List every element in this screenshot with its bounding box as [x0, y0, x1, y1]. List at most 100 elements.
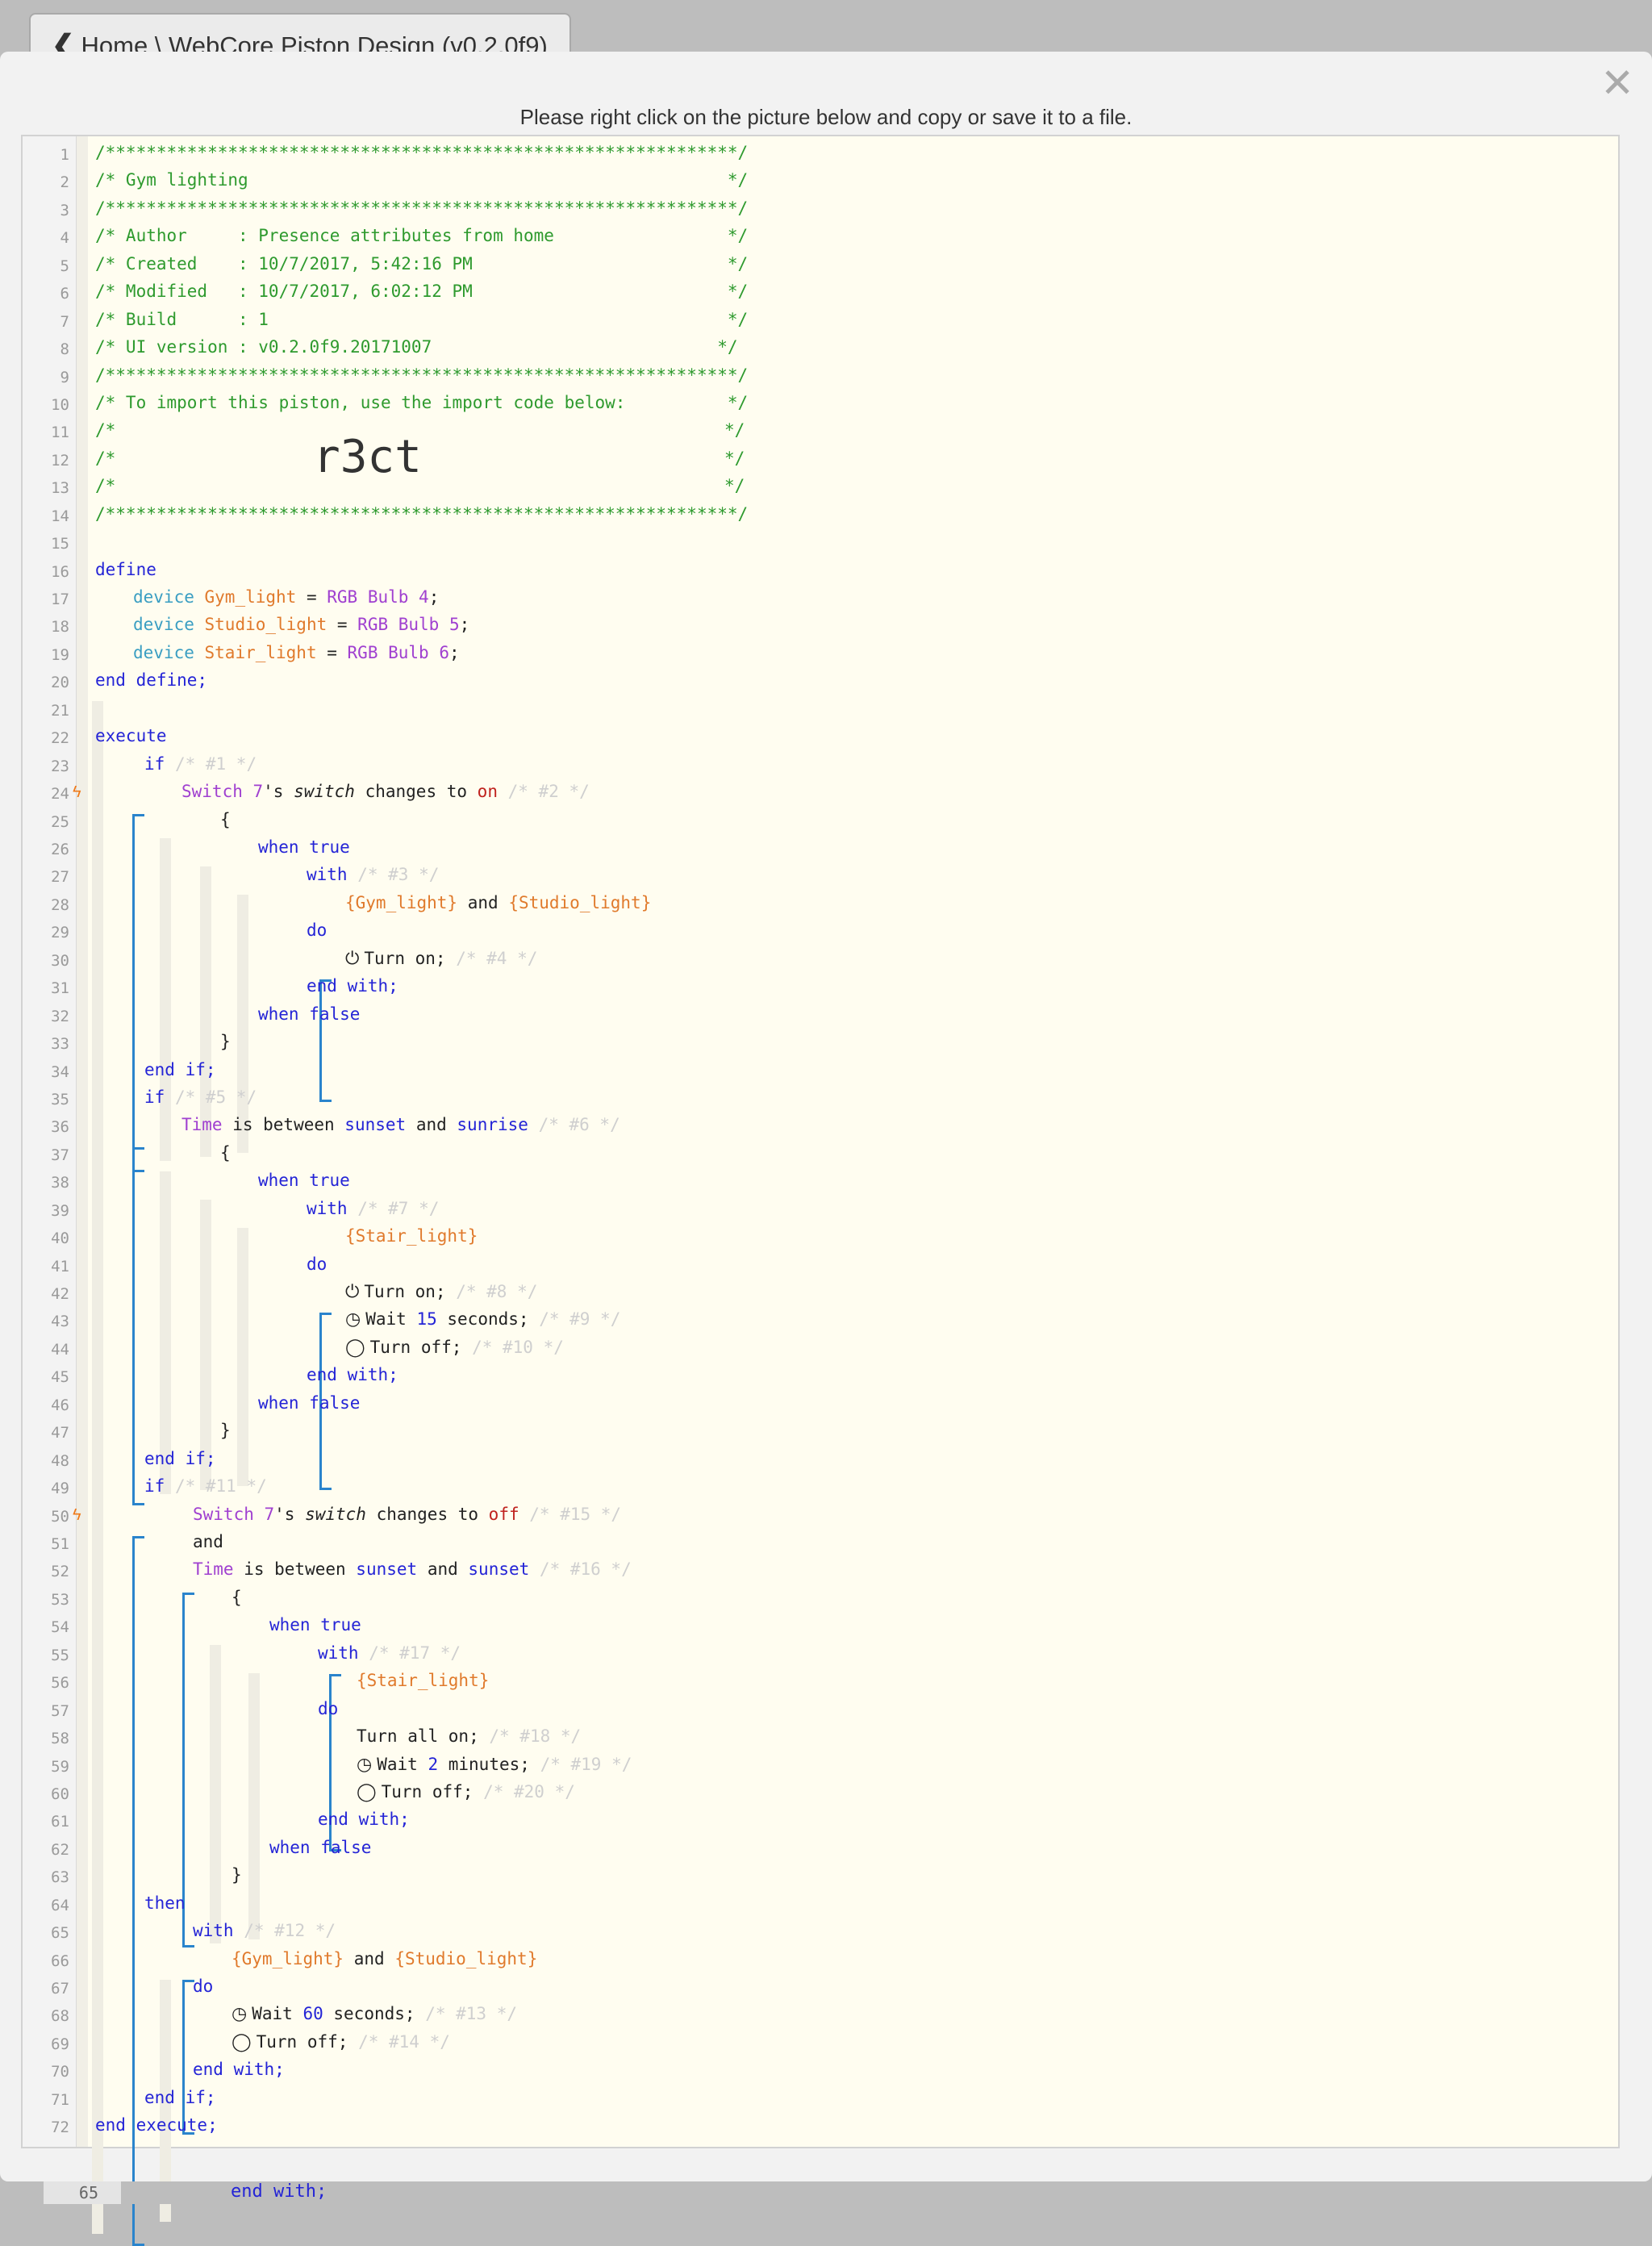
- code-token: Switch 7: [181, 782, 264, 802]
- code-token: /* Author : Presence attributes from hom…: [95, 226, 749, 246]
- circle-icon: ◯: [232, 2031, 252, 2052]
- code-token: off: [488, 1504, 519, 1524]
- code-line: with /* #12 */: [193, 1921, 336, 1940]
- close-icon[interactable]: ✕: [1600, 63, 1634, 103]
- piston-code-image[interactable]: 1 2 3 4 5 6 7 8 9 10 11 12 13 14 15 16 17 18 19 20 21 22 23 24 ϟ…: [21, 135, 1620, 2246]
- code-token: /* #7 */: [357, 1198, 440, 1218]
- line-number: 5: [60, 257, 69, 275]
- code-line: ⏻ Turn on; /* #8 */: [345, 1282, 537, 1302]
- code-token: define: [95, 559, 156, 579]
- code-token: /* #19 */: [540, 1754, 632, 1774]
- code-token: with: [307, 1198, 348, 1218]
- line-number: 59: [51, 1757, 69, 1776]
- code-line: execute: [95, 726, 167, 745]
- line-number: 14: [51, 507, 69, 525]
- code-token: }: [220, 1421, 231, 1441]
- code-line: }: [220, 1032, 231, 1051]
- line-number: 50: [51, 1507, 69, 1526]
- code-token: /* Build : 1 */: [95, 309, 749, 329]
- indent-guide: [160, 838, 171, 1161]
- code-token: changes to: [365, 1504, 489, 1524]
- code-line: {: [220, 810, 231, 829]
- peek-code-text: end with;: [231, 2181, 327, 2202]
- code-token: and: [353, 1948, 385, 1968]
- background-editor-peek: 65 end with;: [0, 2181, 1652, 2204]
- code-line: device Studio_light = RGB Bulb 5;: [133, 615, 470, 635]
- line-number: 40: [51, 1229, 69, 1248]
- line-number: 58: [51, 1730, 69, 1748]
- line-number: 51: [51, 1535, 69, 1553]
- line-number: 19: [51, 645, 69, 664]
- code-token: /* #11 */: [174, 1476, 267, 1497]
- code-line: end with;: [307, 1365, 398, 1384]
- code-line: when false: [258, 1393, 360, 1413]
- line-number: 30: [51, 951, 69, 970]
- code-token: do: [193, 1977, 214, 1997]
- code-token: /* #17 */: [369, 1643, 461, 1663]
- line-number: 17: [51, 591, 69, 609]
- code-line: ◷ Wait 2 minutes; /* #19 */: [357, 1755, 632, 1775]
- line-number: 29: [51, 924, 69, 942]
- line-number: 67: [51, 1980, 69, 1998]
- code-line: /***************************************…: [95, 504, 748, 524]
- line-number: 7: [60, 312, 69, 331]
- modal-instruction: Please right click on the picture below …: [519, 105, 1133, 129]
- code-token: device: [133, 615, 194, 635]
- code-token: when true: [258, 1171, 350, 1191]
- line-number: 33: [51, 1035, 69, 1054]
- code-line: /* Author : Presence attributes from hom…: [95, 226, 748, 245]
- code-token: seconds;: [447, 1309, 529, 1330]
- code-token: /*: [95, 476, 116, 496]
- code-token: {Studio_light}: [508, 892, 652, 912]
- code-line: end execute;: [95, 2115, 218, 2135]
- line-number: 28: [51, 895, 69, 914]
- code-token: execute: [95, 726, 167, 746]
- code-token: /* #9 */: [539, 1309, 621, 1330]
- code-token: /*: [95, 420, 116, 440]
- line-number: 56: [51, 1674, 69, 1693]
- code-token: end if;: [144, 1448, 216, 1468]
- code-token: Wait: [252, 2004, 293, 2024]
- code-token: {Stair_light}: [345, 1226, 478, 1246]
- line-number: 36: [51, 1118, 69, 1137]
- line-number: 45: [51, 1368, 69, 1387]
- code-token: Wait: [377, 1754, 418, 1774]
- line-number: 34: [51, 1062, 69, 1081]
- line-number: 69: [51, 2035, 69, 2053]
- line-number: 55: [51, 1646, 69, 1664]
- code-token: /***************************************…: [95, 198, 749, 218]
- code-token: /* #1 */: [174, 754, 257, 774]
- code-token: /***************************************…: [95, 143, 749, 162]
- code-token: with: [318, 1643, 359, 1663]
- code-line: Turn all on; /* #18 */: [357, 1726, 581, 1746]
- line-number: 13: [51, 479, 69, 498]
- code-token: /*: [95, 448, 116, 468]
- indent-guide: [237, 1228, 248, 1486]
- code-line: with /* #17 */: [318, 1643, 461, 1663]
- code-token: if: [144, 1476, 165, 1497]
- code-token: Turn on;: [364, 1282, 446, 1302]
- line-number: 60: [51, 1785, 69, 1803]
- code-token: RGB Bulb 6: [347, 642, 449, 662]
- line-number: 35: [51, 1090, 69, 1108]
- code-line: {: [232, 1588, 242, 1607]
- code-token: sunset: [468, 1559, 530, 1580]
- code-line: ◷ Wait 15 seconds; /* #9 */: [345, 1309, 620, 1330]
- code-line: end with;: [193, 2060, 285, 2079]
- line-number: 6: [60, 285, 69, 303]
- code-line: /* To import this piston, use the import…: [95, 393, 748, 412]
- line-number: 72: [51, 2119, 69, 2137]
- code-token: end if;: [144, 2087, 216, 2107]
- code-token: when false: [258, 1004, 361, 1024]
- code-line: /* */: [95, 420, 745, 440]
- code-token: Studio_light: [204, 615, 327, 635]
- line-number: 68: [51, 2007, 69, 2026]
- code-line: /* Modified : 10/7/2017, 6:02:12 PM */: [95, 282, 748, 301]
- code-token: Wait: [365, 1309, 407, 1330]
- comment-close: */: [724, 420, 745, 440]
- code-token: Stair_light: [204, 642, 317, 662]
- code-token: with: [307, 865, 348, 885]
- if-block-1-bracket: [132, 814, 144, 1172]
- indent-guide: [160, 1171, 171, 1494]
- trigger-bolt-icon: ϟ: [73, 1505, 81, 1524]
